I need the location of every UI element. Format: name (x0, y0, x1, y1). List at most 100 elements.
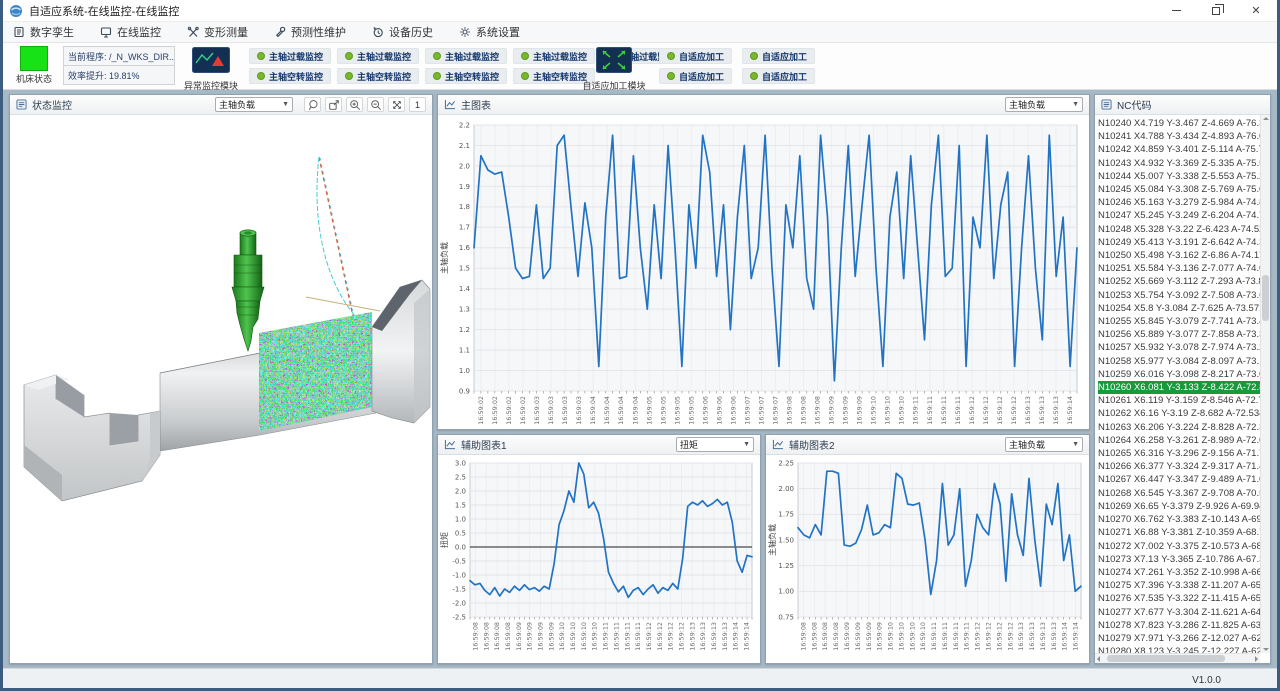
svg-text:3.0: 3.0 (455, 459, 466, 467)
nc-line[interactable]: N10242 X4.859 Y-3.401 Z-5.114 A-75.775 (1098, 143, 1260, 156)
line-chart-icon (444, 99, 456, 110)
scrollbar-thumb[interactable] (1262, 275, 1269, 321)
menu-item-4[interactable]: 预测性维护 (274, 24, 346, 40)
zoom-out-icon[interactable] (367, 97, 384, 112)
fit-view-icon[interactable] (388, 97, 405, 112)
nc-line-current[interactable]: N10260 X6.081 Y-3.133 Z-8.422 A-72.835 (1098, 381, 1260, 394)
main-chart-signal-dropdown[interactable]: 主轴负载▼ (1005, 97, 1083, 112)
nc-line[interactable]: N10271 X6.88 Y-3.381 Z-10.359 A-68.711 (1098, 526, 1260, 539)
anomaly-module[interactable]: 异常监控模块 (181, 47, 241, 92)
nc-line[interactable]: N10246 X5.163 Y-3.279 Z-5.984 A-74.892 (1098, 196, 1260, 209)
adaptive-machining-button-1[interactable]: 自适应加工 (659, 48, 732, 64)
nc-line[interactable]: N10270 X6.762 Y-3.383 Z-10.143 A-69.34 (1098, 513, 1260, 526)
machine-3d-model (10, 115, 432, 663)
nc-line[interactable]: N10269 X6.65 Y-3.379 Z-9.926 A-69.947 C (1098, 500, 1260, 513)
nc-line[interactable]: N10265 X6.316 Y-3.296 Z-9.156 A-71.771 (1098, 447, 1260, 460)
menu-item-6[interactable]: 系统设置 (459, 24, 520, 40)
chart-main-svg: 16:59:0216:59:0216:59:0216:59:0216:59:03… (438, 115, 1089, 429)
vertical-scrollbar[interactable] (1260, 115, 1270, 653)
nc-line[interactable]: N10259 X6.016 Y-3.098 Z-8.217 A-73.036 (1098, 368, 1260, 381)
close-icon[interactable]: ✕ (1249, 4, 1263, 18)
svg-text:16:59:09: 16:59:09 (526, 622, 534, 651)
view-count-indicator[interactable]: 1 (409, 97, 426, 112)
anomaly-module-icon (192, 47, 230, 73)
aux-chart1-canvas[interactable]: 16:59:0816:59:0816:59:0816:59:0816:59:09… (438, 455, 760, 663)
nc-line[interactable]: N10279 X7.971 Y-3.266 Z-12.027 A-62.98 (1098, 632, 1260, 645)
nc-line[interactable]: N10243 X4.932 Y-3.369 Z-5.335 A-75.523 (1098, 157, 1260, 170)
aux2-signal-dropdown[interactable]: 主轴负载▼ (1005, 437, 1083, 452)
svg-text:16:59:11: 16:59:11 (926, 396, 934, 425)
svg-text:16:59:03: 16:59:03 (533, 396, 541, 425)
adaptive-module[interactable]: 自适应加工模块 (577, 47, 651, 92)
window-title: 自适应系统-在线监控-在线监控 (29, 3, 179, 19)
nc-line[interactable]: N10280 X8.123 Y-3.245 Z-12.227 A-62.23 (1098, 645, 1260, 653)
scroll-right-icon[interactable] (1255, 656, 1258, 662)
nc-line[interactable]: N10247 X5.245 Y-3.249 Z-6.204 A-74.701 (1098, 209, 1260, 222)
nc-line[interactable]: N10256 X5.889 Y-3.077 Z-7.858 A-73.348 (1098, 328, 1260, 341)
nc-line[interactable]: N10241 X4.788 Y-3.434 Z-4.893 A-76.062 (1098, 130, 1260, 143)
spindle-idle-monitor-button-2[interactable]: 主轴空转监控 (337, 68, 419, 84)
nc-line[interactable]: N10277 X7.677 Y-3.304 Z-11.621 A-64.48 (1098, 606, 1260, 619)
nc-line[interactable]: N10258 X5.977 Y-3.084 Z-8.097 A-73.138 (1098, 355, 1260, 368)
spindle-idle-monitor-button-1[interactable]: 主轴空转监控 (249, 68, 331, 84)
nc-line[interactable]: N10264 X6.258 Y-3.261 Z-8.989 A-72.072 (1098, 434, 1260, 447)
adaptive-machining-button-4[interactable]: 自适应加工 (742, 68, 815, 84)
nc-line[interactable]: N10251 X5.584 Y-3.136 Z-7.077 A-74.012 (1098, 262, 1260, 275)
nc-line[interactable]: N10263 X6.206 Y-3.224 Z-8.828 A-72.33 C (1098, 421, 1260, 434)
nc-line[interactable]: N10275 X7.396 Y-3.338 Z-11.207 A-65.95 (1098, 579, 1260, 592)
lasso-select-icon[interactable] (304, 97, 321, 112)
horizontal-scrollbar[interactable] (1095, 653, 1260, 663)
nc-line[interactable]: N10253 X5.754 Y-3.092 Z-7.508 A-73.677 (1098, 289, 1260, 302)
spindle-overload-monitor-button-3[interactable]: 主轴过载监控 (425, 48, 507, 64)
nc-line[interactable]: N10273 X7.13 Y-3.365 Z-10.786 A-67.372 (1098, 553, 1260, 566)
nc-line[interactable]: N10267 X6.447 Y-3.347 Z-9.489 A-71.055 (1098, 473, 1260, 486)
svg-text:16:59:14: 16:59:14 (732, 622, 740, 651)
nc-line[interactable]: N10254 X5.8 Y-3.084 Z-7.625 A-73.571 C (1098, 302, 1260, 315)
menu-item-3[interactable]: 变形测量 (187, 24, 248, 40)
nc-line[interactable]: N10255 X5.845 Y-3.079 Z-7.741 A-73.458 (1098, 315, 1260, 328)
svg-text:16:59:12: 16:59:12 (645, 622, 653, 651)
menu-item-2[interactable]: 在线监控 (100, 24, 161, 40)
nc-line[interactable]: N10262 X6.16 Y-3.19 Z-8.682 A-72.534 C (1098, 407, 1260, 420)
scroll-down-icon[interactable] (1263, 648, 1269, 651)
scroll-left-icon[interactable] (1097, 656, 1100, 662)
aux-chart2-canvas[interactable]: 16:59:0816:59:0816:59:0816:59:0816:59:09… (766, 455, 1089, 663)
nc-line[interactable]: N10240 X4.719 Y-3.467 Z-4.669 A-76.396 (1098, 117, 1260, 130)
nc-line[interactable]: N10244 X5.007 Y-3.338 Z-5.553 A-75.297 (1098, 170, 1260, 183)
spindle-idle-monitor-button-3[interactable]: 主轴空转监控 (425, 68, 507, 84)
svg-text:16:59:08: 16:59:08 (814, 396, 822, 425)
aux1-signal-dropdown[interactable]: 扭矩▼ (676, 437, 754, 452)
nc-line[interactable]: N10250 X5.498 Y-3.162 Z-6.86 A-74.178 C (1098, 249, 1260, 262)
machine-3d-view[interactable] (10, 115, 432, 663)
nc-line[interactable]: N10272 X7.002 Y-3.375 Z-10.573 A-68.05 (1098, 540, 1260, 553)
adaptive-machining-button-2[interactable]: 自适应加工 (742, 48, 815, 64)
nc-line[interactable]: N10266 X6.377 Y-3.324 Z-9.317 A-71.443 (1098, 460, 1260, 473)
nc-line[interactable]: N10248 X5.328 Y-3.22 Z-6.423 A-74.52 C (1098, 223, 1260, 236)
main-chart-canvas[interactable]: 16:59:0216:59:0216:59:0216:59:0216:59:03… (438, 115, 1089, 429)
nc-line[interactable]: N10249 X5.413 Y-3.191 Z-6.642 A-74.346 (1098, 236, 1260, 249)
nc-line[interactable]: N10245 X5.084 Y-3.308 Z-5.769 A-75.088 (1098, 183, 1260, 196)
nc-line[interactable]: N10278 X7.823 Y-3.286 Z-11.825 A-63.73 (1098, 619, 1260, 632)
nc-line[interactable]: N10261 X6.119 Y-3.159 Z-8.546 A-72.701 (1098, 394, 1260, 407)
menu-item-1[interactable]: 数字孪生 (13, 24, 74, 40)
scrollbar-thumb[interactable] (1107, 655, 1225, 662)
scroll-up-icon[interactable] (1263, 117, 1269, 120)
reset-view-icon[interactable] (325, 97, 342, 112)
menu-item-5[interactable]: 设备历史 (372, 24, 433, 40)
spindle-overload-monitor-button-1[interactable]: 主轴过载监控 (249, 48, 331, 64)
nc-line[interactable]: N10257 X5.932 Y-3.078 Z-7.974 A-73.243 (1098, 341, 1260, 354)
svg-text:16:59:13: 16:59:13 (1050, 622, 1058, 651)
svg-text:0.9: 0.9 (459, 387, 470, 395)
zoom-in-icon[interactable] (346, 97, 363, 112)
nc-line[interactable]: N10274 X7.261 Y-3.352 Z-10.998 A-66.67 (1098, 566, 1260, 579)
signal-select-dropdown[interactable]: 主轴负载▼ (215, 97, 293, 112)
adaptive-machining-button-3[interactable]: 自适应加工 (659, 68, 732, 84)
restore-icon[interactable] (1209, 4, 1223, 18)
nc-line[interactable]: N10276 X7.535 Y-3.322 Z-11.415 A-65.22 (1098, 592, 1260, 605)
minimize-icon[interactable] (1169, 4, 1183, 18)
nc-line[interactable]: N10268 X6.545 Y-3.367 Z-9.708 A-70.519 (1098, 487, 1260, 500)
nc-line[interactable]: N10252 X5.669 Y-3.112 Z-7.293 A-73.844 (1098, 275, 1260, 288)
machine-status-label: 机床状态 (11, 72, 57, 85)
spindle-overload-monitor-button-2[interactable]: 主轴过载监控 (337, 48, 419, 64)
svg-text:1.75: 1.75 (778, 511, 794, 519)
